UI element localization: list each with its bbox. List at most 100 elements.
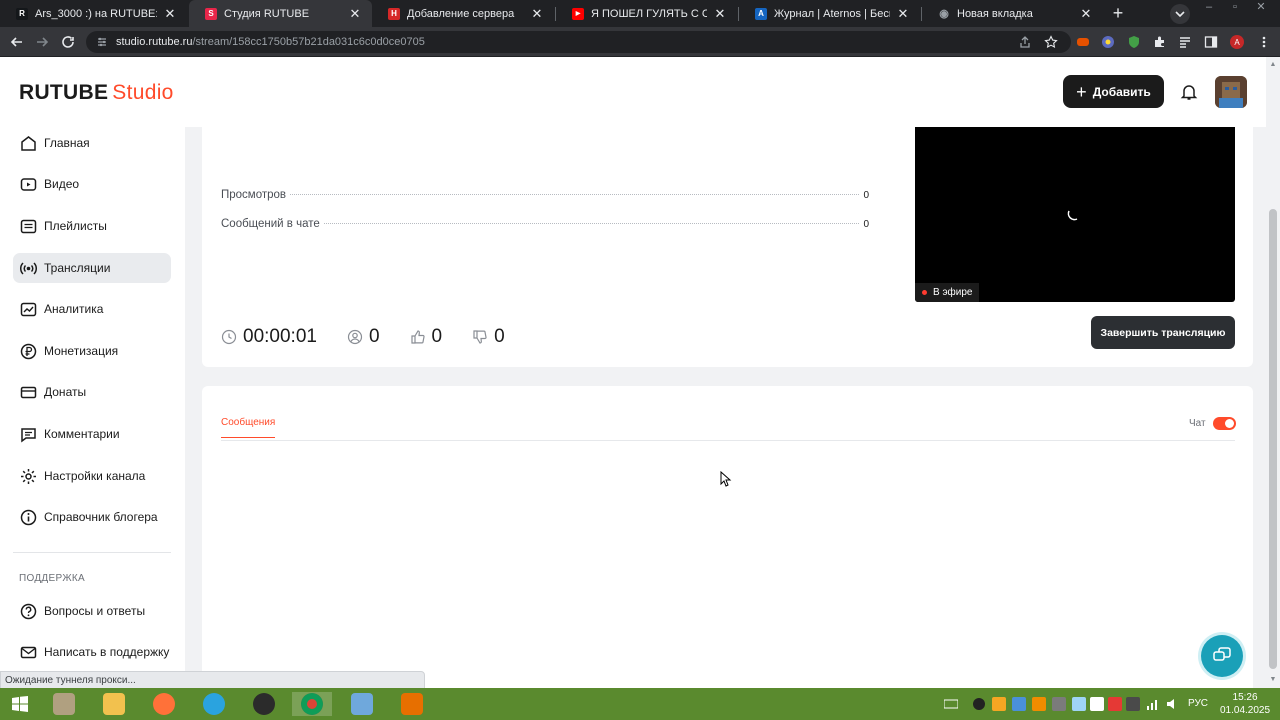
java-icon[interactable] bbox=[392, 692, 432, 716]
add-button[interactable]: + Добавить bbox=[1063, 75, 1164, 108]
back-arrow-icon[interactable] bbox=[7, 32, 27, 52]
puzzle-icon[interactable] bbox=[1153, 35, 1167, 49]
sidebar-item-write-support[interactable]: Написать в поддержку bbox=[13, 637, 171, 667]
browser-tab-active[interactable]: S Студия RUTUBE ✕ bbox=[189, 0, 372, 27]
shield-extension-icon[interactable] bbox=[1127, 35, 1141, 49]
chrome-icon[interactable] bbox=[292, 692, 332, 716]
tab-close-icon[interactable]: ✕ bbox=[530, 6, 544, 22]
bookmark-star-icon[interactable] bbox=[1044, 35, 1058, 49]
sidebar-item-broadcasts[interactable]: Трансляции bbox=[13, 253, 171, 283]
chat-divider bbox=[221, 440, 1235, 441]
browser-tab[interactable]: ▶ Я ПОШЕЛ ГУЛЯТЬ С СОБАКО ✕ bbox=[556, 0, 737, 27]
firefox-icon[interactable] bbox=[144, 692, 184, 716]
side-panel-icon[interactable] bbox=[1204, 35, 1218, 49]
sidebar-item-blogger-guide[interactable]: Справочник блогера bbox=[13, 502, 171, 532]
kebab-menu-icon[interactable] bbox=[1257, 35, 1271, 49]
tray-icon[interactable] bbox=[1052, 697, 1066, 711]
rutube-favicon-icon: R bbox=[16, 7, 28, 20]
gear-icon bbox=[21, 468, 36, 484]
tab-title: Добавление сервера bbox=[407, 7, 515, 20]
profile-avatar-icon[interactable]: A bbox=[1230, 35, 1244, 49]
file-explorer-icon[interactable] bbox=[94, 692, 134, 716]
ruble-icon bbox=[20, 343, 37, 359]
rutube-studio-logo[interactable]: RUTUBE Studio bbox=[19, 81, 174, 105]
clock[interactable]: 15:26 01.04.2025 bbox=[1220, 691, 1270, 717]
maximize-icon[interactable]: ▫ bbox=[1222, 0, 1248, 27]
info-icon bbox=[20, 509, 37, 525]
analytics-icon bbox=[20, 302, 37, 316]
browser-tab[interactable]: H Добавление сервера ✕ bbox=[372, 0, 554, 27]
keyboard-tray-icon[interactable] bbox=[944, 697, 958, 711]
obs-icon[interactable] bbox=[244, 692, 284, 716]
tray-icon[interactable] bbox=[972, 697, 986, 711]
tray-icon[interactable] bbox=[1012, 697, 1026, 711]
app-icon[interactable] bbox=[342, 692, 382, 716]
browser-tab[interactable]: R Ars_3000 :) на RUTUBE: 47 вид ✕ bbox=[0, 0, 187, 27]
donate-icon bbox=[20, 386, 37, 398]
tab-close-icon[interactable]: ✕ bbox=[896, 6, 910, 22]
sidebar-item-comments[interactable]: Комментарии bbox=[13, 419, 171, 449]
aternos-favicon-icon: A bbox=[755, 7, 767, 20]
tab-close-icon[interactable]: ✕ bbox=[348, 6, 362, 22]
window-close-icon[interactable]: ✕ bbox=[1248, 0, 1274, 27]
tab-search-chevron-icon[interactable] bbox=[1170, 4, 1190, 24]
tab-close-icon[interactable]: ✕ bbox=[163, 6, 177, 22]
scrollbar-thumb[interactable] bbox=[1269, 209, 1277, 669]
home-icon bbox=[21, 135, 36, 151]
language-indicator[interactable]: РУС bbox=[1188, 698, 1208, 709]
sidebar-item-home[interactable]: Главная bbox=[13, 128, 171, 158]
volume-icon[interactable] bbox=[1166, 697, 1180, 711]
sidebar-item-playlists[interactable]: Плейлисты bbox=[13, 211, 171, 241]
tab-messages[interactable]: Сообщения bbox=[221, 417, 276, 438]
stream-preview-player[interactable]: В эфире bbox=[915, 127, 1235, 302]
browser-tab[interactable]: ◉ Новая вкладка ✕ bbox=[922, 0, 1103, 27]
share-icon[interactable] bbox=[1018, 35, 1032, 49]
stat-label: Сообщений в чате bbox=[221, 218, 320, 230]
reload-icon[interactable] bbox=[58, 32, 78, 52]
tray-icon[interactable] bbox=[1032, 697, 1046, 711]
viewers-value: 0 bbox=[368, 326, 380, 347]
telegram-icon[interactable] bbox=[194, 692, 234, 716]
tray-icon[interactable] bbox=[1108, 697, 1122, 711]
page-scrollbar[interactable]: ▲ ▼ bbox=[1266, 57, 1280, 688]
tray-icon[interactable] bbox=[1126, 697, 1140, 711]
browser-tab[interactable]: A Журнал | Aternos | Бесплатны ✕ bbox=[739, 0, 920, 27]
thumbs-down-icon bbox=[473, 330, 487, 344]
stat-chat-messages: Сообщений в чате 0 bbox=[221, 218, 869, 234]
tab-close-icon[interactable]: ✕ bbox=[713, 6, 727, 22]
sidebar-item-faq[interactable]: Вопросы и ответы bbox=[13, 596, 171, 626]
windows-start-icon[interactable] bbox=[0, 692, 40, 716]
new-tab-plus-icon[interactable]: + bbox=[1108, 4, 1128, 24]
site-settings-icon[interactable] bbox=[96, 36, 108, 48]
sidebar-item-video[interactable]: Видео bbox=[13, 169, 171, 199]
network-icon[interactable] bbox=[1146, 697, 1160, 711]
sidebar-item-analytics[interactable]: Аналитика bbox=[13, 294, 171, 324]
sidebar-item-channel-settings[interactable]: Настройки канала bbox=[13, 461, 171, 491]
scroll-up-icon[interactable]: ▲ bbox=[1269, 61, 1277, 69]
end-stream-button[interactable]: Завершить трансляцию bbox=[1091, 316, 1235, 349]
sidebar-item-monetization[interactable]: Монетизация bbox=[13, 336, 171, 366]
address-bar[interactable]: studio.rutube.ru/stream/158cc1750b57b21d… bbox=[86, 31, 1071, 53]
sidebar-item-label: Донаты bbox=[44, 385, 87, 399]
tab-close-icon[interactable]: ✕ bbox=[1079, 6, 1093, 22]
user-avatar[interactable] bbox=[1215, 76, 1247, 108]
windows-taskbar: РУС 15:26 01.04.2025 bbox=[0, 688, 1280, 720]
loading-spinner-icon bbox=[1067, 210, 1078, 221]
chat-toggle-switch[interactable] bbox=[1213, 417, 1236, 430]
extension-icon[interactable] bbox=[1076, 35, 1090, 49]
scroll-down-icon[interactable]: ▼ bbox=[1269, 676, 1277, 684]
reading-list-icon[interactable] bbox=[1178, 35, 1192, 49]
tray-icon[interactable] bbox=[992, 697, 1006, 711]
tray-icon[interactable] bbox=[1090, 697, 1104, 711]
forward-arrow-icon[interactable] bbox=[32, 32, 52, 52]
sidebar-item-donations[interactable]: Донаты bbox=[13, 377, 171, 407]
tab-title: Я ПОШЕЛ ГУЛЯТЬ С СОБАКО bbox=[591, 7, 707, 20]
extension-icon[interactable] bbox=[1101, 35, 1115, 49]
minimize-icon[interactable]: – bbox=[1196, 0, 1222, 27]
support-chat-button[interactable] bbox=[1201, 635, 1243, 677]
main-content: Просмотров 0 Сообщений в чате 0 В эфире bbox=[185, 127, 1266, 688]
notification-bell-icon[interactable] bbox=[1180, 83, 1198, 101]
app-icon[interactable] bbox=[44, 692, 84, 716]
sidebar-item-label: Монетизация bbox=[44, 344, 119, 358]
tray-icon[interactable] bbox=[1072, 697, 1086, 711]
